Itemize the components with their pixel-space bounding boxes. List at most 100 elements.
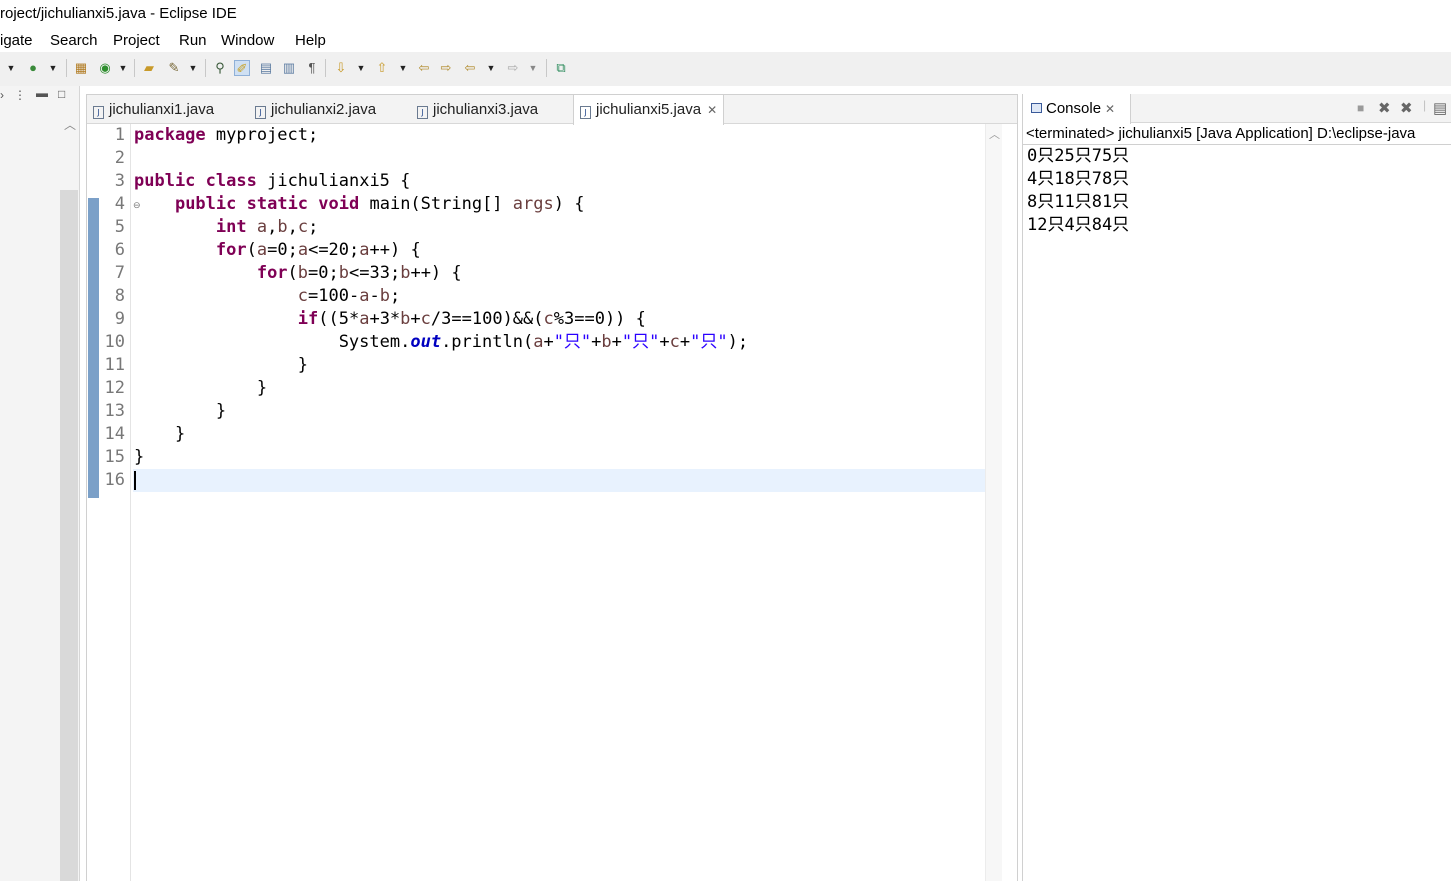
line-number: 14 [104,424,125,444]
line-number: 6 [114,240,125,260]
tab-jichulianxi2[interactable]: Jjichulianxi2.java [255,95,376,124]
toolbar-separator [546,59,547,77]
toggle-highlight-icon[interactable]: ✐ [234,60,250,76]
line-number: 15 [104,447,125,467]
console-output-line: 12只4只84只 [1027,215,1130,235]
dropdown-arrow-icon[interactable]: ▼ [486,60,496,76]
line-number: 3 [114,171,125,191]
menu-search[interactable]: Search [50,32,98,49]
title-bar: roject/jichulianxi5.java - Eclipse IDE [0,0,1451,30]
forward-icon[interactable]: ⇨ [505,60,521,76]
code-line: package myproject; [134,125,319,145]
code-line: c=100-a-b; [297,286,401,306]
tab-jichulianxi3[interactable]: Jjichulianxi3.java [417,95,538,124]
run-dropdown-icon[interactable]: ● [25,60,41,76]
code-line: } [134,401,227,421]
code-line: public class jichulianxi5 { [134,171,411,191]
last-edit-icon[interactable]: ⇦ [416,60,432,76]
line-number: 12 [104,378,125,398]
dropdown-arrow-icon[interactable]: ▼ [398,60,408,76]
tab-label: jichulianxi5.java [596,101,702,118]
show-whitespace-icon[interactable]: ▥ [281,60,297,76]
line-number: 7 [114,263,125,283]
more-icon[interactable]: ⋮ [14,88,26,102]
search-icon[interactable]: ✎ [166,60,182,76]
console-output-line: 4只18只78只 [1027,169,1130,189]
block-selection-icon[interactable]: ▤ [258,60,274,76]
scroll-up-icon[interactable]: ︿ [989,126,1000,142]
text-caret [134,471,136,490]
code-line: int a,b,c; [215,217,319,237]
line-number: 9 [114,309,125,329]
toggle-mark-occurrences-icon[interactable]: ⚲ [212,60,228,76]
tab-jichulianxi5[interactable]: Jjichulianxi5.java ✕ [573,95,725,125]
next-annotation-icon[interactable]: ⇩ [333,60,349,76]
pilcrow-icon[interactable]: ¶ [304,60,320,76]
line-number: 16 [104,470,125,490]
package-explorer-pane: › ⋮ ▬ □ ︿ [0,86,80,881]
tab-label: jichulianxi3.java [433,101,539,118]
overview-ruler [87,124,100,881]
menu-navigate[interactable]: igate [0,32,33,49]
close-tab-icon[interactable]: ✕ [707,103,717,117]
back-icon[interactable]: ⇦ [462,60,478,76]
menu-window[interactable]: Window [221,32,274,49]
remove-all-terminated-icon[interactable]: ✖ [1400,99,1413,117]
menu-help[interactable]: Help [295,32,326,49]
line-number: 13 [104,401,125,421]
line-number: 5 [114,217,125,237]
toolbar-separator: | [1423,98,1427,112]
editor-vertical-scrollbar[interactable]: ︿ [985,124,1002,881]
window-title: roject/jichulianxi5.java - Eclipse IDE [0,5,237,22]
next-edit-icon[interactable]: ⇨ [438,60,454,76]
dropdown-arrow-icon[interactable]: ▼ [118,60,128,76]
code-line: public static void main(String[] args) { [174,194,585,214]
java-file-icon: J [417,106,428,119]
remove-launch-icon[interactable]: ✖ [1378,99,1391,117]
code-area[interactable]: package myproject; public class jichulia… [133,124,985,881]
maximize-icon[interactable]: □ [58,87,65,101]
console-status-label: <terminated> jichulianxi5 [Java Applicat… [1026,125,1416,142]
line-number: 11 [104,355,125,375]
view-menu-icon[interactable]: › [0,88,4,102]
java-file-icon: J [93,106,104,119]
code-line: } [134,355,308,375]
java-file-icon: J [580,106,591,119]
open-type-icon[interactable]: ▰ [141,60,157,76]
minimize-icon[interactable]: ▬ [36,86,48,100]
line-number: 2 [114,148,125,168]
tab-jichulianxi1[interactable]: Jjichulianxi1.java [93,95,214,124]
line-number-gutter: 1 2 3 4 ⊖ 5 6 7 8 9 10 11 12 13 14 15 16 [99,124,141,881]
new-package-icon[interactable]: ▦ [73,60,89,76]
line-number: 8 [114,286,125,306]
current-line-highlight [133,469,985,492]
dropdown-arrow-icon[interactable]: ▼ [356,60,366,76]
editor-tab-bar: Jjichulianxi1.java Jjichulianxi2.java Jj… [87,95,1017,125]
console-output-line: 0只25只75只 [1027,146,1130,166]
scroll-up-icon[interactable]: ︿ [64,116,76,133]
toolbar-separator [325,59,326,77]
code-line: System.out.println(a+"只"+b+"只"+c+"只"); [134,332,749,352]
tab-label: jichulianxi2.java [271,101,377,118]
code-line: for(a=0;a<=20;a++) { [215,240,421,260]
code-line: } [134,378,268,398]
menu-project[interactable]: Project [113,32,160,49]
previous-annotation-icon[interactable]: ⇧ [374,60,390,76]
line-number: 1 [114,125,125,145]
dropdown-arrow-icon[interactable]: ▼ [6,60,16,76]
toolbar-separator [205,59,206,77]
console-view: Console ✕ ■ ✖ ✖ | ▤ <terminated> jichulia… [1022,94,1451,881]
new-class-icon[interactable]: ◉ [97,60,113,76]
terminate-icon[interactable]: ■ [1357,101,1364,115]
tab-console[interactable]: Console ✕ [1023,94,1131,124]
menu-run[interactable]: Run [179,32,207,49]
dropdown-arrow-icon[interactable]: ▼ [48,60,58,76]
console-icon [1031,103,1042,113]
code-line: for(b=0;b<=33;b++) { [256,263,462,283]
dropdown-arrow-icon[interactable]: ▼ [188,60,198,76]
close-tab-icon[interactable]: ✕ [1105,102,1115,116]
clear-console-icon[interactable]: ▤ [1433,99,1447,117]
pin-editor-icon[interactable]: ⧉ [553,60,569,76]
pane-scrollbar[interactable] [60,190,78,881]
dropdown-arrow-icon[interactable]: ▼ [528,60,538,76]
